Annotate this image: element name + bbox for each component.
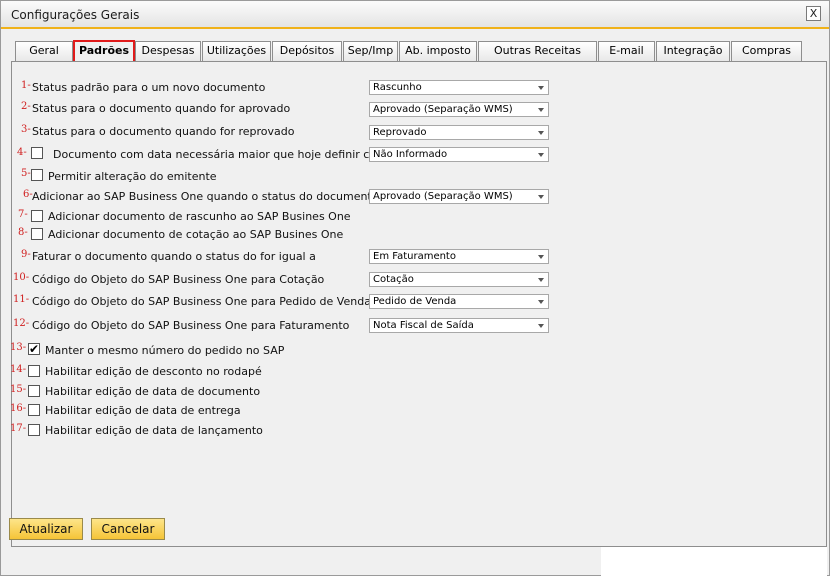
annotation-number: 11- bbox=[13, 294, 30, 305]
chevron-down-icon bbox=[538, 108, 544, 112]
annotation-number: 3- bbox=[21, 124, 31, 135]
add-draft-checkbox[interactable] bbox=[31, 210, 43, 222]
row-label: Habilitar edição de data de entrega bbox=[45, 404, 241, 417]
select-value: Pedido de Venda bbox=[373, 296, 457, 307]
invoice-status-select[interactable]: Em Faturamento bbox=[369, 249, 549, 264]
select-value: Aprovado (Separação WMS) bbox=[373, 191, 513, 202]
row-label: Habilitar edição de desconto no rodapé bbox=[45, 365, 262, 378]
future-date-status-select[interactable]: Não Informado bbox=[369, 147, 549, 162]
cancel-button[interactable]: Cancelar bbox=[91, 518, 165, 540]
select-value: Em Faturamento bbox=[373, 251, 456, 262]
blank-region bbox=[601, 547, 827, 576]
annotation-number: 4- bbox=[17, 147, 27, 158]
edit-posting-date-checkbox[interactable] bbox=[28, 424, 40, 436]
row-label: Documento com data necessária maior que … bbox=[53, 148, 394, 161]
row-label: Código do Objeto do SAP Business One par… bbox=[32, 295, 371, 308]
select-value: Cotação bbox=[373, 274, 414, 285]
annotation-number: 17- bbox=[10, 423, 27, 434]
tab-outras-receitas[interactable]: Outras Receitas bbox=[478, 41, 597, 61]
chevron-down-icon bbox=[538, 278, 544, 282]
annotation-number: 8- bbox=[18, 227, 28, 238]
annotation-number: 10- bbox=[13, 272, 30, 283]
tab-compras[interactable]: Compras bbox=[731, 41, 802, 61]
select-value: Rascunho bbox=[373, 82, 422, 93]
annotation-number: 15- bbox=[10, 384, 27, 395]
allow-issuer-change-checkbox[interactable] bbox=[31, 169, 43, 181]
rejected-status-select[interactable]: Reprovado bbox=[369, 125, 549, 140]
approved-status-select[interactable]: Aprovado (Separação WMS) bbox=[369, 102, 549, 117]
close-icon: X bbox=[809, 7, 818, 20]
annotation-number: 9- bbox=[21, 249, 31, 260]
row-label: Faturar o documento quando o status do f… bbox=[32, 250, 316, 263]
select-value: Nota Fiscal de Saída bbox=[373, 320, 474, 331]
row-label: Habilitar edição de data de lançamento bbox=[45, 424, 263, 437]
row-label: Adicionar ao SAP Business One quando o s… bbox=[32, 190, 398, 203]
default-status-select[interactable]: Rascunho bbox=[369, 80, 549, 95]
annotation-number: 2- bbox=[21, 101, 31, 112]
keep-order-number-checkbox[interactable]: ✔ bbox=[28, 343, 40, 355]
add-quotation-checkbox[interactable] bbox=[31, 228, 43, 240]
chevron-down-icon bbox=[538, 195, 544, 199]
annotation-number: 12- bbox=[13, 318, 30, 329]
update-button[interactable]: Atualizar bbox=[9, 518, 83, 540]
add-to-sap-status-select[interactable]: Aprovado (Separação WMS) bbox=[369, 189, 549, 204]
chevron-down-icon bbox=[538, 131, 544, 135]
edit-document-date-checkbox[interactable] bbox=[28, 385, 40, 397]
invoicing-object-select[interactable]: Nota Fiscal de Saída bbox=[369, 318, 549, 333]
select-value: Não Informado bbox=[373, 149, 448, 160]
title-bar: Configurações Gerais X bbox=[1, 1, 829, 29]
chevron-down-icon bbox=[538, 86, 544, 90]
row-label: Habilitar edição de data de documento bbox=[45, 385, 261, 398]
annotation-number: 13- bbox=[10, 342, 27, 353]
chevron-down-icon bbox=[538, 300, 544, 304]
row-label: Manter o mesmo número do pedido no SAP bbox=[45, 344, 285, 357]
edit-delivery-date-checkbox[interactable] bbox=[28, 404, 40, 416]
close-button[interactable]: X bbox=[806, 6, 821, 21]
select-value: Aprovado (Separação WMS) bbox=[373, 104, 513, 115]
annotation-number: 5- bbox=[21, 168, 31, 179]
window-title: Configurações Gerais bbox=[11, 8, 140, 22]
sales-order-object-select[interactable]: Pedido de Venda bbox=[369, 294, 549, 309]
tab-geral[interactable]: Geral bbox=[15, 41, 73, 61]
tab-email[interactable]: E-mail bbox=[598, 41, 655, 61]
tab-integracao[interactable]: Integração bbox=[656, 41, 730, 61]
row-label: Adicionar documento de rascunho ao SAP B… bbox=[48, 210, 351, 223]
annotation-number: 1- bbox=[21, 80, 31, 91]
tab-utilizacoes[interactable]: Utilizações bbox=[202, 41, 271, 61]
annotation-number: 14- bbox=[10, 364, 27, 375]
row-label: Código do Objeto do SAP Business One par… bbox=[32, 273, 325, 286]
row-label: Status para o documento quando for repro… bbox=[32, 125, 295, 138]
tab-despesas[interactable]: Despesas bbox=[135, 41, 201, 61]
annotation-number: 16- bbox=[10, 403, 27, 414]
tab-sep-imp[interactable]: Sep/Imp bbox=[343, 41, 398, 61]
annotation-number: 7- bbox=[18, 209, 28, 220]
row-label: Permitir alteração do emitente bbox=[48, 170, 217, 183]
chevron-down-icon bbox=[538, 324, 544, 328]
row-label: Status padrão para o um novo documento bbox=[32, 81, 266, 94]
quotation-object-select[interactable]: Cotação bbox=[369, 272, 549, 287]
chevron-down-icon bbox=[538, 153, 544, 157]
future-date-checkbox[interactable] bbox=[31, 147, 43, 159]
chevron-down-icon bbox=[538, 255, 544, 259]
row-label: Adicionar documento de cotação ao SAP Bu… bbox=[48, 228, 344, 241]
edit-discount-checkbox[interactable] bbox=[28, 365, 40, 377]
row-label: Código do Objeto do SAP Business One par… bbox=[32, 319, 350, 332]
settings-window: Configurações Gerais X Geral Padrões Des… bbox=[0, 0, 830, 576]
tab-bar: Geral Padrões Despesas Utilizações Depós… bbox=[15, 40, 827, 63]
tab-padroes[interactable]: Padrões bbox=[73, 40, 135, 63]
tab-depositos[interactable]: Depósitos bbox=[272, 41, 342, 61]
check-icon: ✔ bbox=[29, 342, 40, 356]
select-value: Reprovado bbox=[373, 127, 427, 138]
row-label: Status para o documento quando for aprov… bbox=[32, 102, 291, 115]
tab-ab-imposto[interactable]: Ab. imposto bbox=[399, 41, 477, 61]
